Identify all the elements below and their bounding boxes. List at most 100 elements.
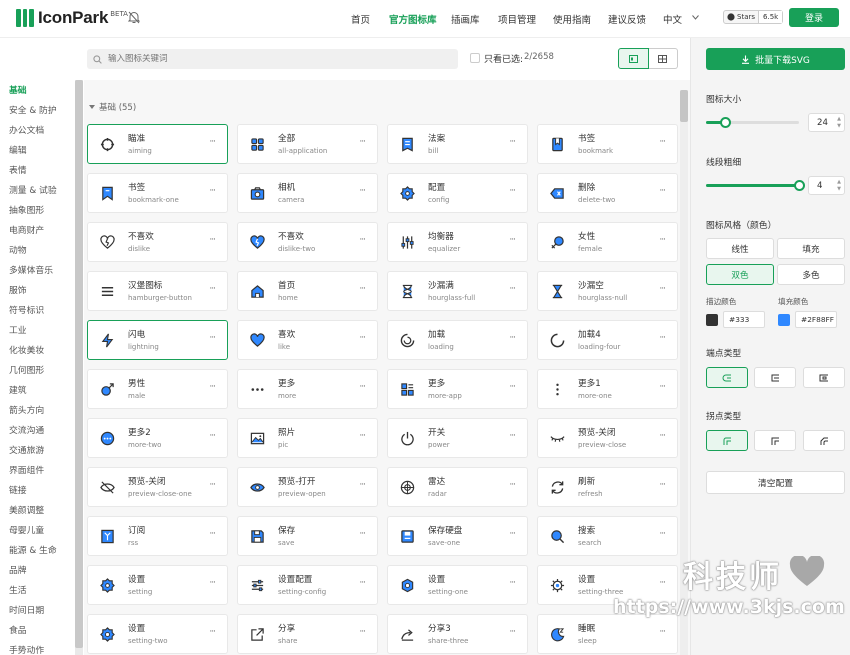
more-options-icon[interactable]: ··· — [509, 431, 516, 441]
sidebar-item[interactable]: 箭头方向 — [0, 401, 84, 421]
linejoin-bevel-button[interactable] — [803, 430, 845, 451]
icon-card[interactable]: 预览-关闭 preview-close-one ··· — [87, 467, 228, 507]
icon-card[interactable]: 更多2 more-two ··· — [87, 418, 228, 458]
more-options-icon[interactable]: ··· — [659, 382, 666, 392]
sidebar-item[interactable]: 编辑 — [0, 141, 84, 161]
size-input[interactable]: 24 ▲ ▼ — [808, 113, 845, 132]
icon-card[interactable]: 照片 pic ··· — [237, 418, 378, 458]
more-options-icon[interactable]: ··· — [659, 431, 666, 441]
login-button[interactable]: 登录 — [789, 8, 839, 27]
more-options-icon[interactable]: ··· — [359, 431, 366, 441]
sidebar-item[interactable]: 表情 — [0, 161, 84, 181]
icon-card[interactable]: 男性 male ··· — [87, 369, 228, 409]
clear-config-button[interactable]: 清空配置 — [706, 471, 845, 494]
more-options-icon[interactable]: ··· — [659, 137, 666, 147]
more-options-icon[interactable]: ··· — [659, 627, 666, 637]
search-box[interactable] — [87, 49, 458, 69]
icon-card[interactable]: 加载4 loading-four ··· — [537, 320, 678, 360]
icon-card[interactable]: 瞄准 aiming ··· — [87, 124, 228, 164]
more-options-icon[interactable]: ··· — [659, 235, 666, 245]
group-header[interactable]: 基础 (55) — [89, 101, 136, 113]
more-options-icon[interactable]: ··· — [509, 627, 516, 637]
nav-feedback[interactable]: 建议反馈 — [608, 12, 646, 26]
more-options-icon[interactable]: ··· — [509, 333, 516, 343]
more-options-icon[interactable]: ··· — [359, 627, 366, 637]
more-options-icon[interactable]: ··· — [209, 627, 216, 637]
icon-card[interactable]: 删除 delete-two ··· — [537, 173, 678, 213]
icon-card[interactable]: 不喜欢 dislike ··· — [87, 222, 228, 262]
fill-color-swatch[interactable] — [778, 314, 790, 326]
more-options-icon[interactable]: ··· — [359, 578, 366, 588]
sidebar-item[interactable]: 化妆美妆 — [0, 341, 84, 361]
more-options-icon[interactable]: ··· — [509, 284, 516, 294]
icon-card[interactable]: 首页 home ··· — [237, 271, 378, 311]
more-options-icon[interactable]: ··· — [659, 480, 666, 490]
sidebar-item[interactable]: 建筑 — [0, 381, 84, 401]
nav-home[interactable]: 首页 — [351, 12, 370, 26]
style-multi-color-button[interactable]: 多色 — [777, 264, 845, 285]
more-options-icon[interactable]: ··· — [359, 529, 366, 539]
sidebar-item[interactable]: 母婴儿童 — [0, 521, 84, 541]
linejoin-round-button[interactable] — [706, 430, 748, 451]
nav-guide[interactable]: 使用指南 — [553, 12, 591, 26]
sidebar-item[interactable]: 能源 & 生命 — [0, 541, 84, 561]
more-options-icon[interactable]: ··· — [209, 333, 216, 343]
stroke-color-swatch[interactable] — [706, 314, 718, 326]
list-view-button[interactable] — [618, 48, 649, 69]
icon-card[interactable]: 喜欢 like ··· — [237, 320, 378, 360]
nav-official-icons[interactable]: 官方图标库 — [389, 12, 437, 26]
more-options-icon[interactable]: ··· — [209, 480, 216, 490]
icon-card[interactable]: 更多 more-app ··· — [387, 369, 528, 409]
sidebar-item[interactable]: 符号标识 — [0, 301, 84, 321]
more-options-icon[interactable]: ··· — [209, 431, 216, 441]
sidebar-item[interactable]: 生活 — [0, 581, 84, 601]
icon-card[interactable]: 书签 bookmark ··· — [537, 124, 678, 164]
more-options-icon[interactable]: ··· — [209, 284, 216, 294]
more-options-icon[interactable]: ··· — [509, 235, 516, 245]
icon-card[interactable]: 预览-打开 preview-open ··· — [237, 467, 378, 507]
stroke-width-slider[interactable] — [706, 180, 805, 191]
more-options-icon[interactable]: ··· — [659, 333, 666, 343]
github-stars[interactable]: Stars 6.5k — [723, 10, 784, 24]
more-options-icon[interactable]: ··· — [359, 284, 366, 294]
more-options-icon[interactable]: ··· — [659, 529, 666, 539]
nav-projects[interactable]: 项目管理 — [498, 12, 536, 26]
style-filled-button[interactable]: 填充 — [777, 238, 845, 259]
icon-card[interactable]: 均衡器 equalizer ··· — [387, 222, 528, 262]
more-options-icon[interactable]: ··· — [209, 235, 216, 245]
more-options-icon[interactable]: ··· — [509, 382, 516, 392]
icon-card[interactable]: 订阅 rss ··· — [87, 516, 228, 556]
sidebar-item[interactable]: 安全 & 防护 — [0, 101, 84, 121]
icon-card[interactable]: 分享3 share-three ··· — [387, 614, 528, 654]
spinner-icon[interactable]: ▲ ▼ — [837, 179, 841, 193]
more-options-icon[interactable]: ··· — [509, 186, 516, 196]
sidebar-item[interactable]: 食品 — [0, 621, 84, 641]
more-options-icon[interactable]: ··· — [659, 284, 666, 294]
sidebar-item[interactable]: 服饰 — [0, 281, 84, 301]
sidebar-item[interactable]: 几何图形 — [0, 361, 84, 381]
icon-card[interactable]: 分享 share ··· — [237, 614, 378, 654]
icon-card[interactable]: 法案 bill ··· — [387, 124, 528, 164]
sidebar-item[interactable]: 动物 — [0, 241, 84, 261]
linecap-round-button[interactable] — [706, 367, 748, 388]
icon-card[interactable]: 沙漏空 hourglass-null ··· — [537, 271, 678, 311]
only-selected-checkbox[interactable] — [470, 53, 480, 63]
icon-card[interactable]: 更多 more ··· — [237, 369, 378, 409]
more-options-icon[interactable]: ··· — [509, 137, 516, 147]
icon-card[interactable]: 沙漏满 hourglass-full ··· — [387, 271, 528, 311]
sidebar-item[interactable]: 手势动作 — [0, 641, 84, 655]
grid-view-button[interactable] — [648, 48, 678, 69]
icon-card[interactable]: 搜索 search ··· — [537, 516, 678, 556]
icon-card[interactable]: 设置配置 setting-config ··· — [237, 565, 378, 605]
more-options-icon[interactable]: ··· — [359, 235, 366, 245]
bell-icon[interactable] — [128, 11, 140, 24]
more-options-icon[interactable]: ··· — [509, 529, 516, 539]
icon-card[interactable]: 保存硬盘 save-one ··· — [387, 516, 528, 556]
more-options-icon[interactable]: ··· — [509, 480, 516, 490]
sidebar-item[interactable]: 测量 & 试验 — [0, 181, 84, 201]
more-options-icon[interactable]: ··· — [359, 480, 366, 490]
sidebar-item[interactable]: 交流沟通 — [0, 421, 84, 441]
more-options-icon[interactable]: ··· — [359, 333, 366, 343]
sidebar-item[interactable]: 美颜调整 — [0, 501, 84, 521]
linecap-butt-button[interactable] — [754, 367, 796, 388]
